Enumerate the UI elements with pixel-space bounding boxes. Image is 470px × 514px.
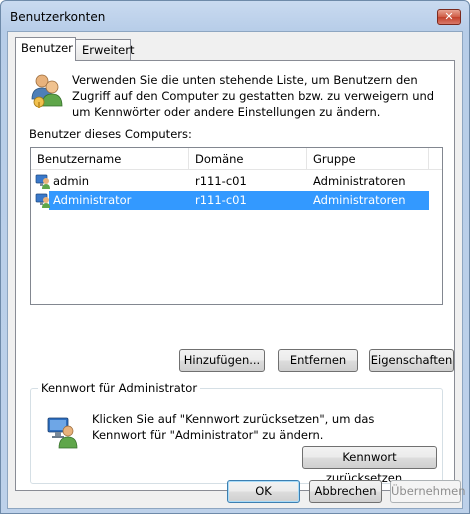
tab-benutzer[interactable]: Benutzer bbox=[15, 37, 76, 61]
username-cell: Administrator bbox=[53, 193, 132, 207]
users-list-header: Benutzername Domäne Gruppe bbox=[31, 148, 442, 170]
intro-text: Verwenden Sie die unten stehende Liste, … bbox=[72, 73, 435, 119]
group-cell: Administratoren bbox=[313, 193, 406, 207]
password-group-title: Kennwort für Administrator bbox=[38, 381, 201, 395]
dialog-client-area: Benutzer Erweitert Verwenden Sie die unt… bbox=[7, 31, 466, 509]
tab-erweitert[interactable]: Erweitert bbox=[75, 39, 135, 61]
add-user-button[interactable]: Hinzufügen... bbox=[179, 349, 265, 372]
column-header-domain[interactable]: Domäne bbox=[189, 148, 307, 170]
ok-button[interactable]: OK bbox=[227, 480, 300, 503]
remove-user-button[interactable]: Entfernen bbox=[278, 349, 358, 372]
password-group-text: Klicken Sie auf "Kennwort zurücksetzen",… bbox=[92, 412, 375, 442]
users-list-label: Benutzer dieses Computers: bbox=[29, 127, 192, 141]
users-list[interactable]: Benutzername Domäne Gruppe admin r111-c0… bbox=[30, 147, 443, 305]
users-icon bbox=[31, 74, 63, 108]
domain-cell: r111-c01 bbox=[195, 174, 247, 188]
tab-panel-benutzer: Verwenden Sie die unten stehende Liste, … bbox=[15, 60, 455, 491]
admin-user-icon bbox=[47, 417, 78, 449]
table-row[interactable]: admin r111-c01 Administratoren bbox=[31, 172, 429, 191]
close-icon: ✕ bbox=[444, 10, 454, 23]
user-icon bbox=[35, 193, 50, 208]
group-cell: Administratoren bbox=[313, 174, 406, 188]
column-header-group[interactable]: Gruppe bbox=[307, 148, 429, 170]
title-bar[interactable]: Benutzerkonten ✕ bbox=[1, 1, 469, 31]
table-row-selected[interactable]: Administrator r111-c01 Administratoren bbox=[31, 191, 429, 210]
close-button[interactable]: ✕ bbox=[437, 9, 461, 25]
cancel-button[interactable]: Abbrechen bbox=[309, 480, 382, 503]
properties-button[interactable]: Eigenschaften bbox=[369, 349, 454, 372]
apply-button[interactable]: Übernehmen bbox=[390, 480, 466, 503]
user-accounts-dialog: Benutzerkonten ✕ Benutzer Erweitert Verw… bbox=[0, 0, 470, 514]
column-header-username[interactable]: Benutzername bbox=[31, 148, 189, 170]
window-title: Benutzerkonten bbox=[10, 10, 106, 24]
password-groupbox: Kennwort für Administrator Klicken Sie a… bbox=[30, 381, 443, 485]
domain-cell: r111-c01 bbox=[195, 193, 247, 207]
reset-password-button[interactable]: Kennwort zurücksetzen... bbox=[302, 446, 437, 485]
user-icon bbox=[35, 174, 50, 189]
username-cell: admin bbox=[53, 174, 90, 188]
